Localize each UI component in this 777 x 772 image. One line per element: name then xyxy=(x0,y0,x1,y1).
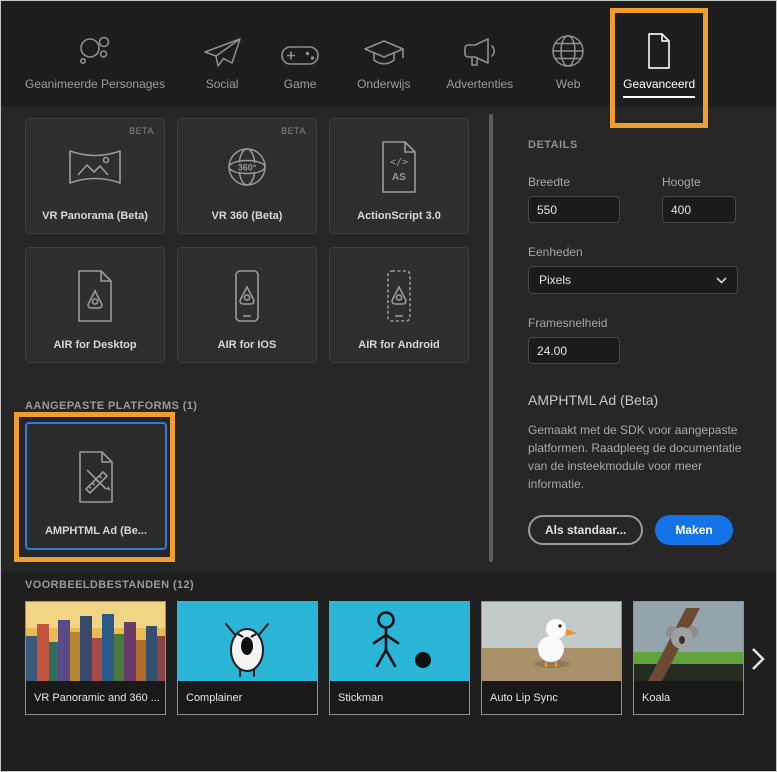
preset-card-label: AMPHTML Ad (Be... xyxy=(44,525,148,537)
framerate-input[interactable] xyxy=(528,337,620,364)
chevron-right-icon xyxy=(751,647,765,676)
preset-card-air-desktop[interactable]: AIR for Desktop xyxy=(25,247,165,363)
amphtml-ad-icon xyxy=(72,424,120,525)
preset-browser: BETA VR Panorama (Beta) BETA 360° VR 360… xyxy=(1,106,776,571)
tab-web[interactable]: Web xyxy=(549,32,587,106)
custom-platforms-heading: AANGEPASTE PLATFORMS (1) xyxy=(25,400,198,412)
sample-card-label: Auto Lip Sync xyxy=(482,681,621,714)
vertical-scrollbar[interactable] xyxy=(489,114,493,562)
sample-card-auto-lip-sync[interactable]: Auto Lip Sync xyxy=(481,601,622,715)
tab-label: Geavanceerd xyxy=(623,77,696,98)
height-input[interactable] xyxy=(662,196,736,223)
framerate-label: Framesnelheid xyxy=(528,316,608,330)
globe-icon xyxy=(549,32,587,70)
preset-title: AMPHTML Ad (Beta) xyxy=(528,392,659,408)
tab-label: Onderwijs xyxy=(357,77,411,91)
sample-files-section: VOORBEELDBESTANDEN (12) VR Panoramic and… xyxy=(1,571,776,771)
preset-card-vr-panorama[interactable]: BETA VR Panorama (Beta) xyxy=(25,118,165,234)
preset-card-label: AIR for Desktop xyxy=(53,339,137,351)
svg-text:AS: AS xyxy=(392,172,406,183)
preset-grid: BETA VR Panorama (Beta) BETA 360° VR 360… xyxy=(25,118,469,363)
sample-card-label: Koala xyxy=(634,681,743,714)
tab-label: Advertenties xyxy=(446,77,514,91)
sample-card-vr-panoramic[interactable]: VR Panoramic and 360 ... xyxy=(25,601,166,715)
tab-onderwijs[interactable]: Onderwijs xyxy=(357,32,410,106)
sample-card-koala[interactable]: Koala xyxy=(633,601,744,715)
new-document-dialog: Geanimeerde Personages Social Game Onder… xyxy=(0,0,777,772)
megaphone-icon xyxy=(460,32,500,70)
air-ios-icon xyxy=(225,248,269,339)
tab-label: Social xyxy=(205,77,239,91)
gamepad-icon xyxy=(279,32,321,70)
sample-card-label: Complainer xyxy=(178,681,317,714)
width-input[interactable] xyxy=(528,196,620,223)
preset-card-amphtml-ad[interactable]: AMPHTML Ad (Be... xyxy=(14,412,175,562)
preset-card-label: VR 360 (Beta) xyxy=(211,210,283,222)
next-samples-button[interactable] xyxy=(751,647,771,675)
tab-geavanceerd[interactable]: Geavanceerd xyxy=(610,8,709,128)
tab-advertenties[interactable]: Advertenties xyxy=(446,32,513,106)
paper-plane-icon xyxy=(201,32,243,70)
bird-on-beach-thumbnail xyxy=(482,602,621,681)
units-select[interactable]: Pixels xyxy=(528,266,738,294)
air-android-icon xyxy=(377,248,421,339)
crying-character-thumbnail xyxy=(178,602,317,681)
beta-badge: BETA xyxy=(129,126,154,136)
sample-card-stickman[interactable]: Stickman xyxy=(329,601,470,715)
height-label: Hoogte xyxy=(662,175,701,189)
sample-card-label: Stickman xyxy=(330,681,469,714)
tab-social[interactable]: Social xyxy=(201,32,243,106)
beta-badge: BETA xyxy=(281,126,306,136)
chevron-down-icon xyxy=(716,273,727,287)
svg-text:</>: </> xyxy=(390,157,408,168)
sample-card-label: VR Panoramic and 360 ... xyxy=(26,681,165,714)
animated-characters-icon xyxy=(75,32,115,70)
category-tabbar: Geanimeerde Personages Social Game Onder… xyxy=(1,1,776,128)
tab-label: Geanimeerde Personages xyxy=(25,77,166,91)
preset-card-label: AIR for IOS xyxy=(217,339,277,351)
preset-card-air-ios[interactable]: AIR for IOS xyxy=(177,247,317,363)
svg-text:360°: 360° xyxy=(238,162,257,172)
city-skyline-thumbnail xyxy=(26,602,165,681)
units-label: Eenheden xyxy=(528,245,583,259)
units-selected-value: Pixels xyxy=(539,273,572,287)
sample-card-complainer[interactable]: Complainer xyxy=(177,601,318,715)
details-heading: DETAILS xyxy=(528,139,578,151)
preset-card-label: VR Panorama (Beta) xyxy=(42,210,148,222)
preset-card-label: ActionScript 3.0 xyxy=(357,210,441,222)
preset-description: Gemaakt met de SDK voor aangepaste platf… xyxy=(528,423,742,491)
preset-card-vr-360[interactable]: BETA 360° VR 360 (Beta) xyxy=(177,118,317,234)
vr-360-icon: 360° xyxy=(222,119,272,210)
preset-card-actionscript[interactable]: </> AS ActionScript 3.0 xyxy=(329,118,469,234)
details-panel: DETAILS Breedte Hoogte Eenheden Pixels xyxy=(518,106,776,571)
set-as-default-button[interactable]: Als standaar... xyxy=(528,515,644,545)
air-desktop-icon xyxy=(71,248,119,339)
preset-card-label: AIR for Android xyxy=(358,339,440,351)
graduation-cap-icon xyxy=(362,32,406,70)
document-icon xyxy=(642,32,676,70)
preset-card-air-android[interactable]: AIR for Android xyxy=(329,247,469,363)
width-label: Breedte xyxy=(528,175,571,189)
tab-geanimeerde-personages[interactable]: Geanimeerde Personages xyxy=(25,32,165,106)
create-button[interactable]: Maken xyxy=(655,515,733,545)
tab-label: Web xyxy=(555,77,581,91)
koala-on-tree-thumbnail xyxy=(634,602,743,681)
tab-label: Game xyxy=(283,77,317,91)
sample-files-heading: VOORBEELDBESTANDEN (12) xyxy=(25,579,195,591)
actionscript-document-icon: </> AS xyxy=(375,119,423,210)
vr-panorama-icon xyxy=(66,119,124,210)
stick-figure-thumbnail xyxy=(330,602,469,681)
tab-game[interactable]: Game xyxy=(279,32,321,106)
